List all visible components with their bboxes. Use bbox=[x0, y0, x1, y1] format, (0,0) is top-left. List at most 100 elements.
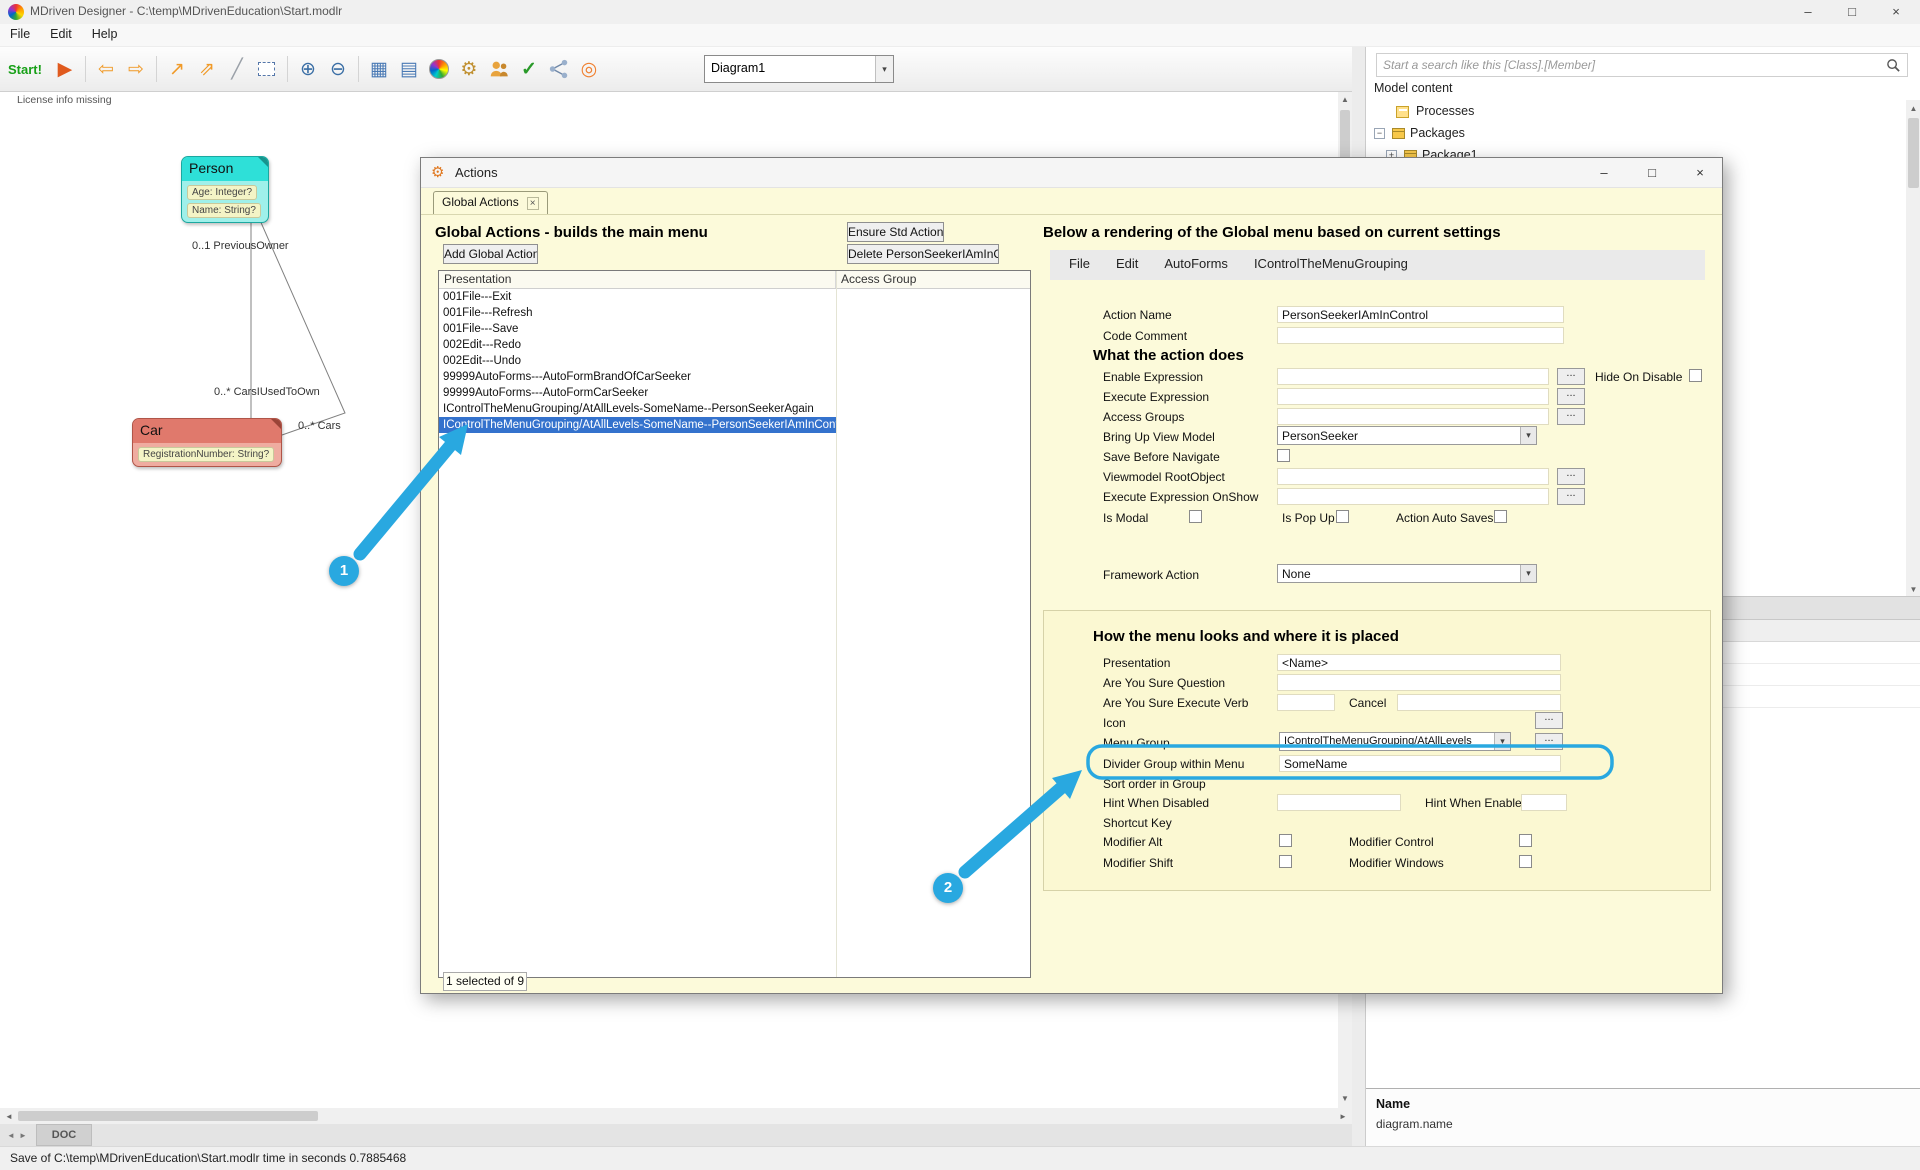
modifier-windows-checkbox[interactable] bbox=[1519, 855, 1532, 868]
modifier-alt-checkbox[interactable] bbox=[1279, 834, 1292, 847]
menu-group-ellipsis-button[interactable]: ... bbox=[1535, 733, 1563, 750]
class-tool-icon[interactable] bbox=[253, 55, 281, 83]
menu-edit[interactable]: Edit bbox=[40, 24, 82, 46]
color-wheel-icon[interactable] bbox=[425, 55, 453, 83]
menu-help[interactable]: Help bbox=[82, 24, 128, 46]
are-you-sure-question-input[interactable] bbox=[1277, 674, 1561, 691]
doc-tab[interactable]: DOC bbox=[36, 1124, 92, 1146]
are-you-sure-execute-verb-input[interactable] bbox=[1277, 694, 1335, 711]
ensure-std-actions-button[interactable]: Ensure Std Actions bbox=[847, 222, 944, 242]
collapse-icon[interactable]: − bbox=[1374, 128, 1385, 139]
start-button[interactable]: Start! bbox=[8, 62, 42, 77]
relations-icon[interactable] bbox=[545, 55, 573, 83]
canvas-hscrollbar[interactable]: ◄ ► bbox=[0, 1108, 1352, 1124]
preview-menu-autoforms[interactable]: AutoForms bbox=[1151, 250, 1241, 280]
list-item[interactable]: 001File---Save bbox=[439, 321, 1030, 337]
chevron-down-icon[interactable]: ▾ bbox=[875, 56, 893, 82]
modifier-shift-checkbox[interactable] bbox=[1279, 855, 1292, 868]
search-input[interactable] bbox=[1377, 54, 1882, 76]
zoom-out-icon[interactable]: ⊖ bbox=[324, 55, 352, 83]
class-box-person[interactable]: Person Age: Integer? Name: String? bbox=[181, 156, 269, 223]
list-item[interactable]: 001File---Exit bbox=[439, 289, 1030, 305]
action-name-input[interactable]: PersonSeekerIAmInControl bbox=[1277, 306, 1564, 323]
enable-expression-ellipsis-button[interactable]: ... bbox=[1557, 368, 1585, 385]
dialog-minimize-button[interactable]: – bbox=[1581, 158, 1627, 187]
class-box-car[interactable]: Car RegistrationNumber: String? bbox=[132, 418, 282, 467]
viewmodel-rootobject-input[interactable] bbox=[1277, 468, 1549, 485]
icon-ellipsis-button[interactable]: ... bbox=[1535, 712, 1563, 729]
autoform-icon[interactable]: ▤ bbox=[395, 55, 423, 83]
dialog-titlebar[interactable]: ⚙ Actions – □ × bbox=[421, 158, 1722, 188]
presentation-input[interactable]: <Name> bbox=[1277, 654, 1561, 671]
code-comment-input[interactable] bbox=[1277, 327, 1564, 344]
list-item[interactable]: 001File---Refresh bbox=[439, 305, 1030, 321]
zoom-in-icon[interactable]: ⊕ bbox=[294, 55, 322, 83]
tree-vscrollbar[interactable]: ▲ ▼ bbox=[1906, 100, 1920, 599]
list-item[interactable]: 99999AutoForms---AutoFormBrandOfCarSeeke… bbox=[439, 369, 1030, 385]
is-modal-checkbox[interactable] bbox=[1189, 510, 1202, 523]
modifier-control-checkbox[interactable] bbox=[1519, 834, 1532, 847]
list-item-selected[interactable]: IControlTheMenuGrouping/AtAllLevels-Some… bbox=[439, 417, 1030, 433]
actions-list[interactable]: Presentation Access Group 001File---Exit… bbox=[438, 270, 1031, 978]
menu-file[interactable]: File bbox=[0, 24, 40, 46]
add-global-action-button[interactable]: Add Global Action bbox=[443, 244, 538, 264]
execute-expression-onshow-input[interactable] bbox=[1277, 488, 1549, 505]
scroll-thumb[interactable] bbox=[18, 1111, 318, 1121]
list-item[interactable]: 002Edit---Redo bbox=[439, 337, 1030, 353]
tree-item-processes[interactable]: Processes bbox=[1416, 104, 1474, 118]
chevron-down-icon[interactable]: ▾ bbox=[1520, 565, 1536, 582]
dialog-maximize-button[interactable]: □ bbox=[1629, 158, 1675, 187]
actions-dialog[interactable]: ⚙ Actions – □ × Global Actions× Global A… bbox=[420, 157, 1723, 994]
delete-action-button[interactable]: Delete PersonSeekerIAmInCc bbox=[847, 244, 999, 264]
execute-expression-onshow-ellipsis-button[interactable]: ... bbox=[1557, 488, 1585, 505]
tab-scroll-right-icon[interactable]: ► bbox=[18, 1131, 28, 1140]
gear-users-icon[interactable]: ⚙ bbox=[455, 55, 483, 83]
preview-menu-grouping[interactable]: IControlTheMenuGrouping bbox=[1241, 250, 1421, 280]
viewmodel-rootobject-ellipsis-button[interactable]: ... bbox=[1557, 468, 1585, 485]
hint-when-disabled-input[interactable] bbox=[1277, 794, 1401, 811]
hint-when-enabled-input[interactable] bbox=[1521, 794, 1567, 811]
generalization-tool-icon[interactable]: ⇗ bbox=[193, 55, 221, 83]
scroll-up-icon[interactable]: ▲ bbox=[1338, 95, 1352, 104]
column-access-group[interactable]: Access Group bbox=[836, 271, 1030, 288]
cancel-verb-input[interactable] bbox=[1397, 694, 1561, 711]
access-groups-ellipsis-button[interactable]: ... bbox=[1557, 408, 1585, 425]
association-tool-icon[interactable]: ↗ bbox=[163, 55, 191, 83]
preview-menu-edit[interactable]: Edit bbox=[1103, 250, 1151, 280]
scroll-down-icon[interactable]: ▼ bbox=[1338, 1094, 1352, 1103]
users-icon[interactable] bbox=[485, 55, 513, 83]
window-maximize-button[interactable]: □ bbox=[1830, 0, 1874, 24]
action-auto-saves-checkbox[interactable] bbox=[1494, 510, 1507, 523]
scroll-down-icon[interactable]: ▼ bbox=[1906, 585, 1920, 594]
tab-scroll-left-icon[interactable]: ◄ bbox=[6, 1131, 16, 1140]
list-item[interactable]: 99999AutoForms---AutoFormCarSeeker bbox=[439, 385, 1030, 401]
divider-group-input[interactable]: SomeName bbox=[1279, 755, 1561, 772]
tab-close-icon[interactable]: × bbox=[527, 197, 539, 210]
enable-expression-input[interactable] bbox=[1277, 368, 1549, 385]
menu-group-select[interactable]: IControlTheMenuGrouping/AtAllLevels ▾ bbox=[1279, 732, 1511, 751]
validate-icon[interactable]: ✓ bbox=[515, 55, 543, 83]
is-pop-up-checkbox[interactable] bbox=[1336, 510, 1349, 523]
bring-up-view-model-select[interactable]: PersonSeeker ▾ bbox=[1277, 426, 1537, 445]
preview-menu-file[interactable]: File bbox=[1056, 250, 1103, 280]
settings-target-icon[interactable]: ◎ bbox=[575, 55, 603, 83]
list-item[interactable]: IControlTheMenuGrouping/AtAllLevels-Some… bbox=[439, 401, 1030, 417]
line-tool-icon[interactable]: ╱ bbox=[223, 55, 251, 83]
diagram-selector[interactable]: Diagram1 ▾ bbox=[704, 55, 894, 83]
forward-arrow-icon[interactable]: ⇨ bbox=[122, 55, 150, 83]
scroll-up-icon[interactable]: ▲ bbox=[1906, 104, 1920, 113]
scroll-right-icon[interactable]: ► bbox=[1337, 1112, 1349, 1121]
execute-expression-ellipsis-button[interactable]: ... bbox=[1557, 388, 1585, 405]
column-presentation[interactable]: Presentation bbox=[439, 271, 836, 288]
chevron-down-icon[interactable]: ▾ bbox=[1494, 733, 1510, 750]
scroll-left-icon[interactable]: ◄ bbox=[3, 1112, 15, 1121]
access-groups-input[interactable] bbox=[1277, 408, 1549, 425]
chevron-down-icon[interactable]: ▾ bbox=[1520, 427, 1536, 444]
list-item[interactable]: 002Edit---Undo bbox=[439, 353, 1030, 369]
execute-expression-input[interactable] bbox=[1277, 388, 1549, 405]
save-before-navigate-checkbox[interactable] bbox=[1277, 449, 1290, 462]
tree-item-packages[interactable]: Packages bbox=[1410, 126, 1465, 140]
framework-action-select[interactable]: None ▾ bbox=[1277, 564, 1537, 583]
window-minimize-button[interactable]: – bbox=[1786, 0, 1830, 24]
run-icon[interactable]: ▶ bbox=[51, 55, 79, 83]
